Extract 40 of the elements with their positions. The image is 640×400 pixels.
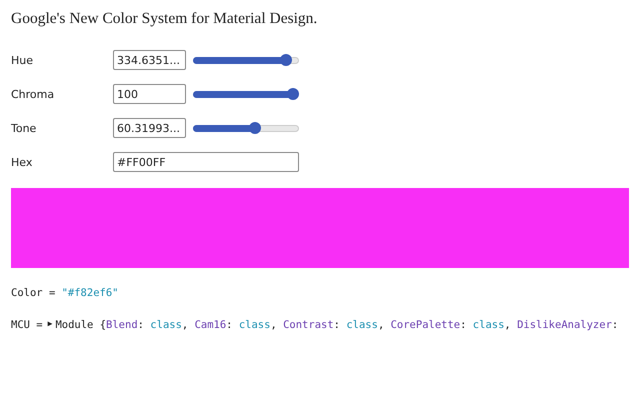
object-value: class [238, 319, 270, 331]
comma: , [182, 319, 188, 331]
object-value: class [150, 319, 182, 331]
slider-thumb[interactable] [287, 88, 299, 100]
colon: : [460, 319, 466, 331]
string-value: "#f82ef6" [62, 287, 118, 299]
operator: = [36, 319, 43, 331]
input-field[interactable]: 334.6351... [113, 50, 186, 70]
comma: , [504, 319, 511, 331]
comma: , [378, 319, 384, 331]
variable-name: Color [11, 287, 43, 299]
input-field[interactable]: #FF00FF [113, 152, 299, 172]
field-label: Hex [11, 156, 34, 168]
object-prefix: Module { [55, 319, 106, 331]
input-field[interactable]: 60.31993... [113, 118, 186, 138]
expand-toggle[interactable]: ▶ [48, 319, 52, 331]
operator: = [48, 287, 56, 299]
slider[interactable] [193, 87, 299, 101]
object-value: class [346, 319, 378, 331]
object-key: Contrast [283, 319, 334, 331]
field-label: Hue [11, 54, 34, 66]
object-key: DislikeAnalyzer [517, 319, 612, 331]
colon: : [612, 319, 618, 331]
slider[interactable] [193, 53, 299, 67]
object-value: class [472, 319, 504, 331]
object-key: Blend [106, 319, 138, 331]
slider-thumb[interactable] [280, 54, 292, 66]
input-field[interactable]: 100 [113, 84, 186, 104]
colon: : [138, 319, 144, 331]
object-key: Cam16 [194, 319, 226, 331]
field-label: Tone [11, 122, 38, 134]
colon: : [226, 319, 232, 331]
field-label: Chroma [11, 88, 56, 100]
colon: : [334, 319, 340, 331]
slider-thumb[interactable] [249, 122, 262, 134]
object-key: CorePalette [390, 319, 460, 331]
slider[interactable] [193, 121, 299, 135]
page-title: Google's New Color System for Material Design. [11, 10, 318, 28]
variable-name: MCU [11, 319, 30, 331]
comma: , [270, 319, 277, 331]
